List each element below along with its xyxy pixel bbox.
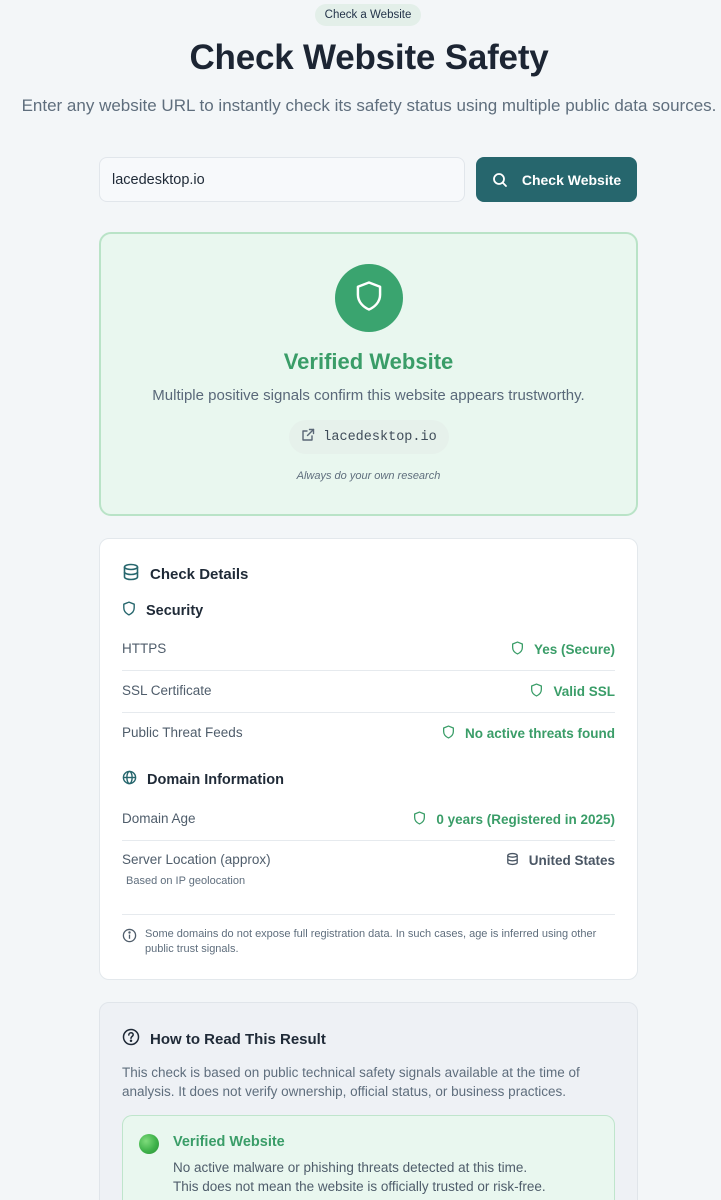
page-subtitle: Enter any website URL to instantly check… [21,96,717,115]
ssl-value-text: Valid SSL [553,684,615,699]
divider [122,840,615,841]
external-link-icon [301,428,315,447]
threat-feeds-label: Public Threat Feeds [122,725,243,740]
server-location-value-text: United States [528,853,615,868]
server-location-label: Server Location (approx) [122,852,271,867]
security-heading: Security [122,601,203,620]
threat-feeds-value: No active threats found [442,725,615,742]
question-icon [122,1028,140,1050]
server-location-sublabel: Based on IP geolocation [126,875,246,887]
check-details-heading: Check Details [122,563,248,585]
result-card: Verified Website Multiple positive signa… [99,232,638,516]
search-icon [492,172,508,188]
legend-title: Verified Website [173,1134,285,1150]
section-pill: Check a Website [315,4,421,26]
legend-verified: Verified Website No active malware or ph… [122,1115,615,1200]
registration-note-text: Some domains do not expose full registra… [145,928,597,955]
domain-info-title: Domain Information [147,771,284,788]
page-title: Check Website Safety [189,38,549,77]
page: Check a Website Check Website Safety Ent… [0,0,721,1200]
check-website-button[interactable]: Check Website [476,157,637,202]
check-website-button-label: Check Website [521,171,622,188]
shield-icon [354,280,384,317]
database-icon [122,563,140,585]
ssl-label: SSL Certificate [122,683,212,698]
shield-icon [511,641,524,658]
check-details-card: Check Details Security HTTPS Yes (Secure… [99,538,638,980]
domain-age-value: 0 years (Registered in 2025) [413,811,615,828]
domain-link[interactable]: lacedesktop.io [289,420,449,454]
how-to-read-description: This check is based on public technical … [122,1065,580,1099]
how-to-read-card: How to Read This Result This check is ba… [99,1002,638,1200]
verified-badge [335,264,403,332]
result-description: Multiple positive signals confirm this w… [152,387,585,404]
green-circle-icon [139,1134,159,1154]
how-to-read-heading: How to Read This Result [122,1028,326,1050]
ssl-value: Valid SSL [530,683,615,700]
legend-text: No active malware or phishing threats de… [173,1158,546,1196]
legend-line-2: This does not mean the website is offici… [173,1179,546,1194]
server-location-value: United States [506,852,615,869]
shield-icon [413,811,426,828]
registration-note: Some domains do not expose full registra… [122,927,617,957]
info-icon [122,928,137,957]
domain-text: lacedesktop.io [323,429,437,445]
https-value-text: Yes (Secure) [533,642,615,657]
divider [122,670,615,671]
how-to-read-title: How to Read This Result [150,1030,326,1048]
security-title: Security [146,602,204,619]
legend-line-1: No active malware or phishing threats de… [173,1160,528,1175]
url-input[interactable] [99,157,465,202]
divider [122,914,615,915]
https-label: HTTPS [122,641,167,656]
shield-icon [122,601,136,620]
divider [122,712,615,713]
domain-age-value-text: 0 years (Registered in 2025) [436,812,615,827]
globe-icon [122,770,137,789]
domain-age-label: Domain Age [122,811,196,826]
research-note: Always do your own research [296,470,441,482]
https-value: Yes (Secure) [511,641,615,658]
server-icon [506,852,519,869]
threat-feeds-value-text: No active threats found [464,726,615,741]
shield-icon [530,683,543,700]
shield-icon [442,725,455,742]
check-details-title: Check Details [150,565,249,583]
result-status-title: Verified Website [283,349,454,374]
domain-info-heading: Domain Information [122,770,284,789]
